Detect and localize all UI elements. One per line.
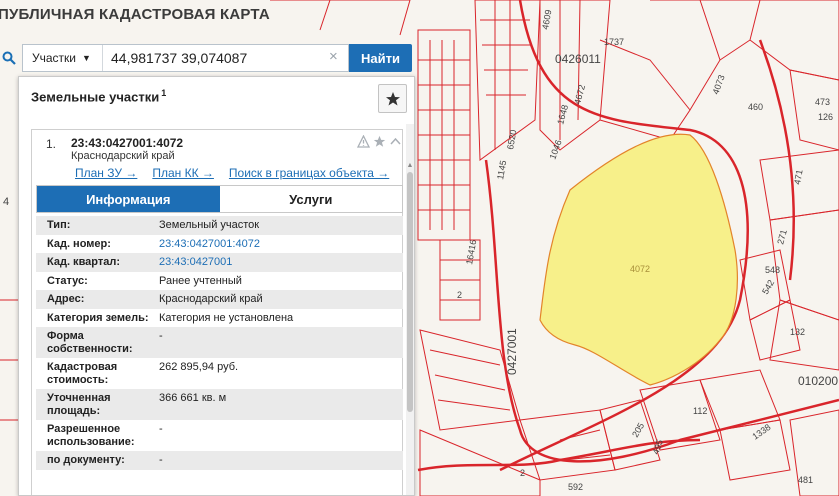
app-title: ПУБЛИЧНАЯ КАДАСТРОВАЯ КАРТА bbox=[0, 5, 270, 23]
search-type-label: Участки bbox=[32, 51, 76, 65]
chevron-down-icon: ▼ bbox=[82, 53, 91, 63]
plan-kk-link[interactable]: План КК → bbox=[152, 166, 214, 180]
item-links: План ЗУ → План КК → Поиск в границах объ… bbox=[75, 166, 404, 180]
item-region: Краснодарский край bbox=[71, 150, 175, 162]
info-label: Кад. квартал: bbox=[47, 256, 121, 268]
scroll-up-icon[interactable]: ▲ bbox=[406, 162, 414, 169]
search-type-select[interactable]: Участки ▼ bbox=[23, 45, 103, 71]
info-row: Уточненная площадь: 366 661 кв. м bbox=[36, 389, 403, 420]
info-label: Статус: bbox=[47, 274, 88, 287]
map-label: 460 bbox=[748, 102, 763, 112]
map-label: 481 bbox=[798, 475, 813, 485]
star-icon bbox=[385, 91, 400, 105]
info-value: Категория не установлена bbox=[159, 311, 294, 324]
info-row: Адрес: Краснодарский край bbox=[36, 290, 403, 309]
clear-icon[interactable]: × bbox=[329, 48, 338, 65]
info-row: Категория земель: Категория не установлен… bbox=[36, 309, 403, 328]
info-label: Тип: bbox=[47, 219, 71, 231]
info-value: Земельный участок bbox=[159, 219, 260, 231]
favorite-button[interactable] bbox=[378, 84, 407, 113]
results-panel: Земельные участки 1 1. 23:43:0427001:4072… bbox=[18, 76, 415, 496]
info-row: Разрешенное использование: - bbox=[36, 420, 403, 451]
result-item[interactable]: 1. 23:43:0427001:4072 Краснодарский край… bbox=[31, 129, 404, 495]
search-in-bounds-link[interactable]: Поиск в границах объекта → bbox=[229, 166, 389, 180]
chevron-up-icon[interactable] bbox=[389, 135, 402, 148]
info-row: Кад. квартал: 23:43:0427001 bbox=[36, 253, 403, 272]
info-label: Уточненная площадь: bbox=[47, 392, 111, 417]
panel-scrollbar[interactable]: ▲ bbox=[406, 124, 414, 495]
info-value-link[interactable]: 23:43:0427001 bbox=[154, 253, 403, 272]
item-tools bbox=[357, 135, 402, 148]
map-label: 0427001 bbox=[505, 328, 519, 375]
info-row: Тип: Земельный участок bbox=[36, 216, 403, 235]
map-label: 592 bbox=[568, 482, 583, 492]
info-label: Категория земель: bbox=[47, 311, 149, 324]
item-number: 1. bbox=[46, 137, 57, 151]
map-label: 473 bbox=[815, 97, 830, 107]
result-count: 1 bbox=[161, 88, 167, 98]
map-label: 126 bbox=[818, 112, 833, 122]
map-label: 2 bbox=[457, 290, 462, 300]
panel-title: Земельные участки 1 bbox=[31, 88, 166, 104]
app-header: ПУБЛИЧНАЯ КАДАСТРОВАЯ КАРТА bbox=[0, 0, 300, 28]
map-label: 112 bbox=[693, 406, 707, 416]
scroll-thumb[interactable] bbox=[407, 172, 413, 412]
info-label: Кадастровая стоимость: bbox=[47, 361, 118, 386]
info-label: по документу: bbox=[47, 454, 125, 466]
map-label: 132 bbox=[790, 327, 805, 337]
map-label: 2 bbox=[520, 468, 525, 478]
info-label: Форма собственности: bbox=[47, 330, 133, 355]
tab-services[interactable]: Услуги bbox=[220, 186, 403, 212]
info-value: - bbox=[159, 423, 163, 435]
info-label: Адрес: bbox=[47, 293, 85, 305]
info-value: - bbox=[159, 330, 163, 342]
info-row: Статус: Ранее учтенный bbox=[36, 272, 403, 291]
item-tabs: Информация Услуги bbox=[36, 185, 403, 213]
find-button[interactable]: Найти bbox=[349, 44, 412, 72]
info-row: Форма собственности: - bbox=[36, 327, 403, 358]
info-value: Ранее учтенный bbox=[159, 274, 242, 287]
info-value: - bbox=[159, 454, 163, 466]
info-label: Разрешенное использование: bbox=[47, 423, 135, 448]
map-label: 0426011 bbox=[555, 52, 601, 66]
info-table: Тип: Земельный участок Кад. номер: 23:43:0… bbox=[36, 216, 403, 470]
map-label: 548 bbox=[765, 265, 780, 275]
item-cad-number: 23:43:0427001:4072 bbox=[71, 136, 184, 150]
star-icon[interactable] bbox=[373, 135, 386, 148]
panel-title-text: Земельные участки bbox=[31, 89, 160, 105]
plan-zu-link[interactable]: План ЗУ → bbox=[75, 166, 137, 180]
info-value-link[interactable]: 23:43:0427001:4072 bbox=[154, 235, 403, 254]
info-row: Кад. номер: 23:43:0427001:4072 bbox=[36, 235, 403, 254]
map-label: 4 bbox=[3, 196, 9, 208]
info-row: по документу: - bbox=[36, 451, 403, 470]
search-icon[interactable] bbox=[0, 43, 18, 73]
map-label: 4072 bbox=[630, 264, 650, 274]
info-value: 366 661 кв. м bbox=[159, 392, 227, 404]
search-bar: Участки ▼ × Найти bbox=[0, 43, 415, 73]
info-value: 262 895,94 руб. bbox=[159, 361, 239, 373]
map-label: 010200 bbox=[798, 374, 838, 388]
search-input[interactable] bbox=[111, 45, 321, 71]
info-label: Кад. номер: bbox=[47, 237, 111, 250]
search-box: Участки ▼ × bbox=[22, 44, 349, 72]
tab-info[interactable]: Информация bbox=[37, 186, 220, 212]
info-value: Краснодарский край bbox=[159, 293, 263, 305]
info-row: Кадастровая стоимость: 262 895,94 руб. bbox=[36, 358, 403, 389]
map-label: 1737 bbox=[604, 37, 624, 47]
warning-icon[interactable] bbox=[357, 135, 370, 148]
